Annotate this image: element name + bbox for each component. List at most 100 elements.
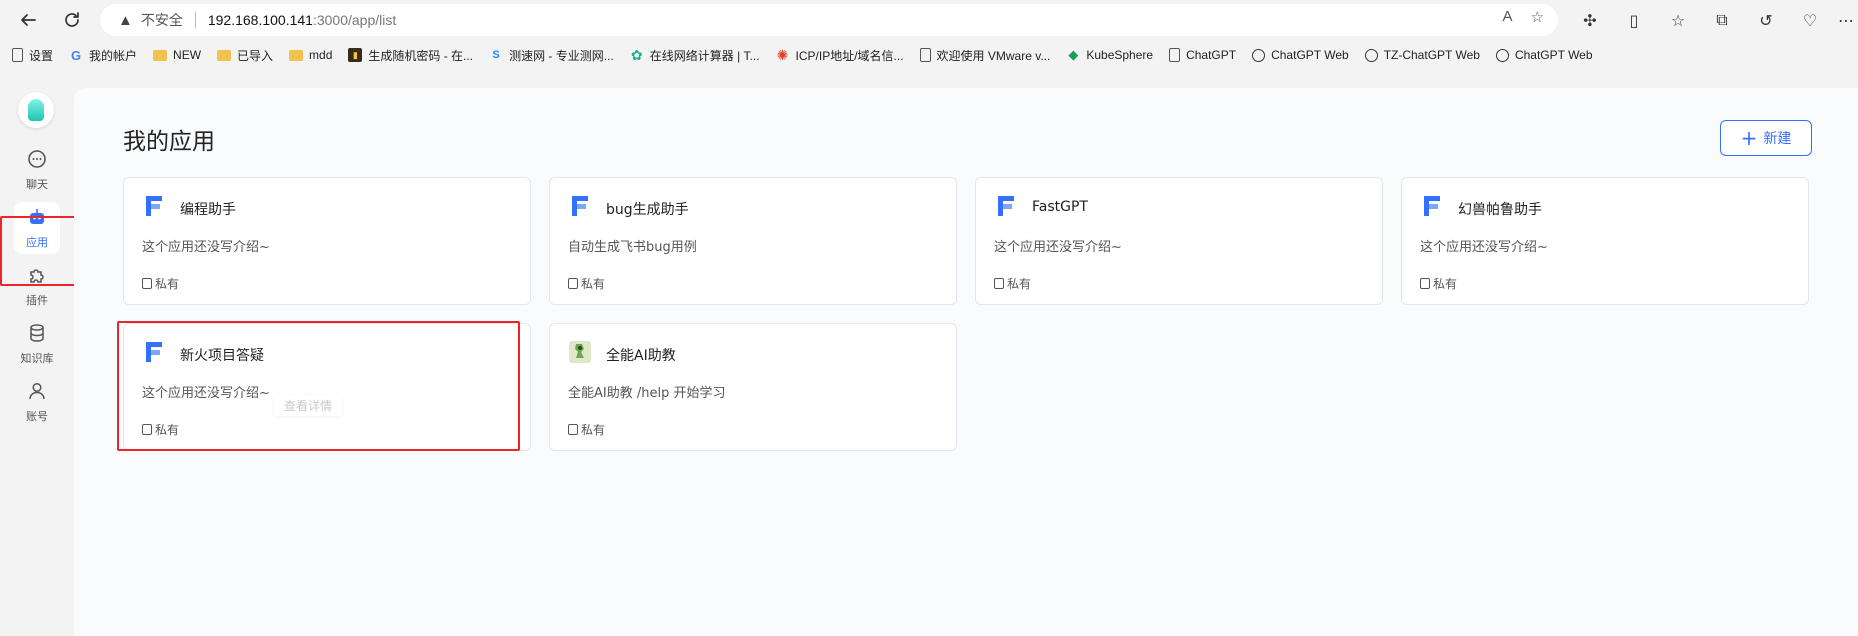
bookmark-label: ICP/IP地址/域名信... [795, 48, 904, 63]
lock-icon [994, 278, 1004, 289]
app-description: 全能AI助教 /help 开始学习 [568, 386, 726, 401]
app-card[interactable]: 幻兽帕鲁助手 这个应用还没写介绍~ 私有 [1401, 177, 1809, 305]
bookmark-item[interactable]: ✺ ICP/IP地址/域名信... [776, 47, 904, 64]
speedtest-icon: S [492, 49, 500, 61]
bookmark-item[interactable]: ✿ 在线网络计算器 | T... [630, 47, 760, 64]
swirl-icon: ✺ [776, 46, 789, 63]
privacy-label: 私有 [1433, 277, 1458, 291]
app-description: 这个应用还没写介绍~ [994, 240, 1122, 255]
warning-icon: ▲ [118, 11, 133, 29]
app-description: 这个应用还没写介绍~ [1420, 240, 1548, 255]
bookmark-label: ChatGPT Web [1514, 48, 1593, 62]
url-host: 192.168.100.141 [207, 12, 313, 28]
app-card[interactable]: bug生成助手 自动生成飞书bug用例 私有 [549, 177, 957, 305]
security-label: 不安全 [140, 12, 183, 28]
new-button-label: 新建 [1763, 131, 1792, 147]
refresh-icon[interactable] [58, 6, 86, 34]
browser-toolbar: ▲ 不安全 192.168.100.141:3000/app/list A ☆ … [0, 0, 1858, 40]
bookmark-item[interactable]: 欢迎使用 VMware v... [919, 47, 1051, 64]
app-name: FastGPT [1032, 199, 1088, 215]
page-icon [12, 48, 23, 62]
more-menu-icon[interactable]: ⋯ [1832, 6, 1858, 34]
bookmark-folder[interactable]: NEW [153, 48, 201, 62]
user-icon [27, 381, 47, 405]
bookmark-item[interactable]: 设置 [12, 47, 53, 64]
folder-icon [289, 49, 304, 61]
bookmark-label: 测速网 - 专业测网... [509, 48, 614, 63]
bookmark-label: ChatGPT Web [1271, 48, 1349, 62]
privacy-label: 私有 [581, 277, 606, 291]
address-divider [194, 12, 196, 28]
app-name: 幻兽帕鲁助手 [1458, 202, 1542, 218]
bookmark-item[interactable]: G 我的帐户 [69, 47, 137, 64]
bookmark-label: NEW [173, 48, 202, 62]
sidebar-item-knowledge[interactable]: 知识库 [14, 318, 60, 370]
bookmarks-bar: 设置 G 我的帐户 NEW 已导入 mdd ▮ 生成随机密码 - 在... S 测速网… [0, 40, 1858, 70]
app-card[interactable]: 全能AI助教 全能AI助教 /help 开始学习 私有 [549, 323, 957, 451]
bookmark-item[interactable]: ChatGPT Web [1495, 48, 1593, 62]
privacy-badge: 私有 [1420, 275, 1457, 292]
privacy-badge: 私有 [994, 275, 1031, 292]
bookmark-label: ChatGPT [1186, 48, 1237, 62]
sidebar: 聊天 应用 插件 知识库 账号 [6, 70, 70, 636]
app-name: 编程助手 [180, 202, 236, 218]
kubesphere-icon: ◆ [1068, 47, 1079, 62]
bookmark-item[interactable]: S 测速网 - 专业测网... [489, 47, 614, 64]
app-name: 全能AI助教 [606, 348, 676, 364]
privacy-badge: 私有 [568, 275, 605, 292]
bookmark-label: mdd [309, 48, 333, 62]
url-path: :3000/app/list [312, 12, 397, 28]
folder-icon [217, 49, 232, 61]
plus-icon: + [1740, 126, 1758, 150]
fastgpt-icon [572, 196, 588, 216]
bookmark-folder[interactable]: mdd [289, 48, 332, 62]
sidebar-item-account[interactable]: 账号 [14, 376, 60, 428]
bookmark-label: TZ-ChatGPT Web [1383, 48, 1480, 62]
bookmark-label: 我的帐户 [89, 48, 138, 63]
avatar-image-icon [569, 341, 591, 363]
privacy-badge: 私有 [142, 275, 179, 292]
page-icon [919, 48, 931, 62]
favorite-star-icon[interactable]: ☆ [1531, 8, 1544, 26]
app-container: 聊天 应用 插件 知识库 账号 我的应用 + 新建 编程助手 这个应用还没写介绍… [0, 70, 1858, 636]
fastgpt-icon [1424, 196, 1440, 216]
database-icon [27, 323, 47, 347]
back-arrow-icon[interactable] [14, 6, 42, 34]
app-card[interactable]: 编程助手 这个应用还没写介绍~ 私有 [123, 177, 531, 305]
favorites-icon[interactable]: ☆ [1664, 6, 1692, 34]
app-name: bug生成助手 [606, 202, 689, 218]
bookmark-item[interactable]: ▮ 生成随机密码 - 在... [348, 47, 473, 64]
address-bar[interactable]: ▲ 不安全 192.168.100.141:3000/app/list A ☆ [100, 4, 1558, 36]
app-description: 这个应用还没写介绍~ [142, 240, 270, 255]
browser-essentials-icon[interactable]: ♡ [1796, 6, 1824, 34]
chat-icon [27, 149, 47, 173]
bookmark-folder[interactable]: 已导入 [217, 47, 273, 64]
collections-icon[interactable]: ⧉ [1708, 6, 1736, 34]
bookmark-item[interactable]: TZ-ChatGPT Web [1364, 48, 1480, 62]
app-logo[interactable] [18, 92, 54, 128]
history-icon[interactable]: ↺ [1752, 6, 1780, 34]
bookmark-item[interactable]: ◆ KubeSphere [1066, 47, 1154, 62]
gear-icon: ✿ [630, 46, 643, 63]
read-aloud-icon[interactable]: A [1503, 8, 1513, 26]
lock-icon [568, 424, 578, 435]
sidebar-item-chat[interactable]: 聊天 [14, 144, 60, 196]
openai-icon [1364, 48, 1378, 62]
fastgpt-icon [998, 196, 1014, 216]
lock-icon [142, 278, 152, 289]
openai-icon [1252, 48, 1266, 62]
new-app-button[interactable]: + 新建 [1720, 120, 1812, 156]
bookmark-label: 已导入 [237, 48, 274, 63]
app-card[interactable]: FastGPT 这个应用还没写介绍~ 私有 [975, 177, 1383, 305]
password-icon: ▮ [348, 48, 363, 62]
bookmark-label: 欢迎使用 VMware v... [936, 48, 1051, 63]
bookmark-label: 设置 [29, 48, 54, 63]
bookmark-label: 生成随机密码 - 在... [368, 48, 474, 63]
bookmark-item[interactable]: ChatGPT Web [1252, 48, 1349, 62]
bookmark-item[interactable]: ChatGPT [1169, 48, 1236, 62]
google-icon: G [70, 47, 82, 63]
extensions-icon[interactable]: ✣ [1576, 6, 1604, 34]
sidebar-item-label: 知识库 [20, 351, 54, 365]
split-screen-icon[interactable]: ▯ [1620, 6, 1648, 34]
bookmark-label: KubeSphere [1086, 48, 1154, 62]
